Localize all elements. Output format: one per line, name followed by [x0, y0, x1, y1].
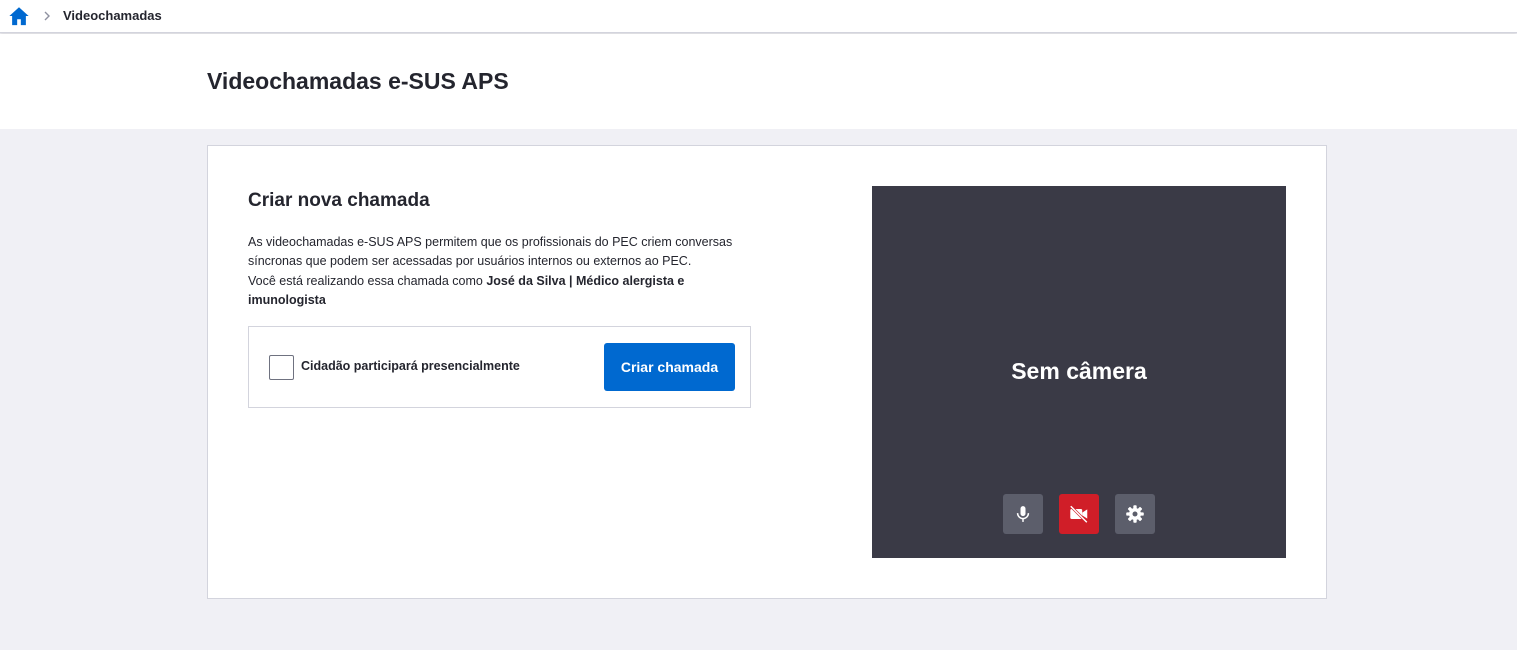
gear-icon — [1126, 505, 1144, 523]
page-header: Videochamadas e-SUS APS — [0, 34, 1517, 129]
camera-off-icon — [1069, 505, 1088, 524]
settings-button[interactable] — [1115, 494, 1155, 534]
create-call-card: Criar nova chamada As videochamadas e-SU… — [207, 145, 1327, 599]
create-call-form: Cidadão participará presencialmente Cria… — [248, 326, 751, 408]
in-person-checkbox[interactable] — [269, 355, 294, 380]
create-call-button[interactable]: Criar chamada — [604, 343, 735, 391]
top-bar: Videochamadas — [0, 0, 1517, 33]
page-title: Videochamadas e-SUS APS — [207, 68, 509, 94]
chevron-right-icon — [41, 8, 53, 24]
description-prefix: Você está realizando essa chamada como — [248, 273, 487, 288]
microphone-icon — [1016, 506, 1030, 522]
section-title: Criar nova chamada — [248, 190, 430, 211]
breadcrumb-current: Videochamadas — [63, 8, 162, 23]
camera-toggle-button[interactable] — [1059, 494, 1099, 534]
in-person-checkbox-label[interactable]: Cidadão participará presencialmente — [301, 359, 520, 373]
description-text: As videochamadas e-SUS APS permitem que … — [248, 235, 733, 269]
home-icon[interactable] — [8, 5, 30, 27]
microphone-button[interactable] — [1003, 494, 1043, 534]
description: As videochamadas e-SUS APS permitem que … — [248, 233, 758, 310]
video-preview: Sem câmera — [872, 186, 1286, 558]
no-camera-text: Sem câmera — [1011, 358, 1147, 384]
